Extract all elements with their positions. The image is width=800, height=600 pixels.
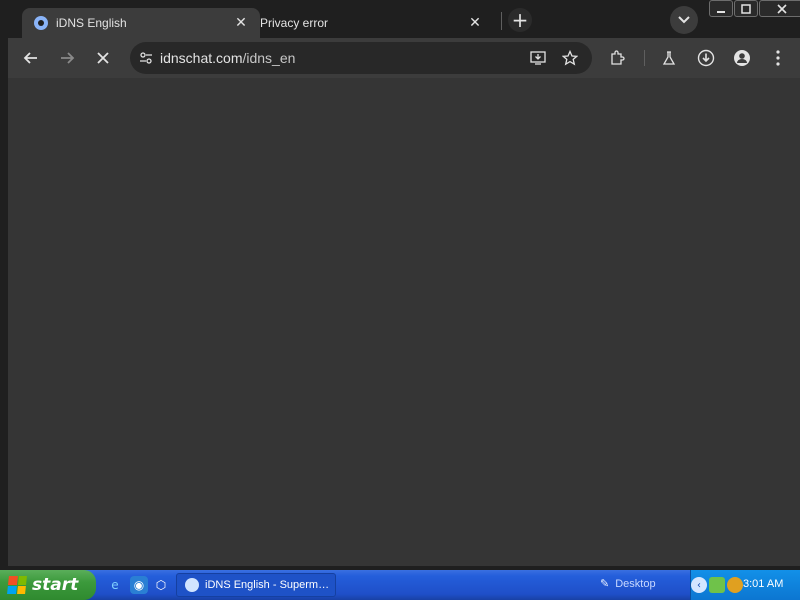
start-label: start — [32, 575, 79, 595]
bookmark-star-icon[interactable] — [560, 48, 580, 68]
security-icon[interactable] — [727, 577, 743, 593]
chevron-down-icon — [678, 16, 690, 24]
site-info-icon[interactable] — [138, 50, 154, 66]
arrow-right-icon — [61, 52, 75, 64]
system-tray: ‹ 3:01 AM — [690, 570, 800, 600]
taskbar-window-button[interactable]: iDNS English - Superm… — [176, 573, 336, 597]
tab-separator — [501, 12, 502, 30]
tab-strip: iDNS English ✕ Privacy error ✕ + — [4, 0, 800, 38]
minimize-button[interactable] — [709, 0, 733, 17]
maximize-icon — [741, 3, 751, 14]
tab-idns-english[interactable]: iDNS English ✕ — [22, 8, 260, 38]
tab-title: iDNS English — [56, 16, 127, 30]
close-tab-icon[interactable]: ✕ — [232, 14, 250, 32]
toolbar-separator — [644, 50, 645, 66]
address-bar[interactable]: idnschat.com/idns_en — [130, 42, 592, 74]
forward-button[interactable] — [54, 46, 80, 70]
puzzle-icon — [611, 50, 625, 65]
arrow-left-icon — [23, 52, 37, 64]
maximize-button[interactable] — [734, 0, 758, 17]
labs-button[interactable] — [656, 46, 682, 70]
profile-button[interactable] — [729, 46, 755, 70]
url-host: idnschat.com — [160, 50, 243, 66]
chrome-icon — [185, 578, 199, 592]
kebab-menu-icon — [776, 50, 780, 66]
new-tab-button[interactable]: + — [508, 8, 532, 32]
desktop-label: Desktop — [615, 577, 656, 590]
close-icon — [97, 52, 109, 64]
chevron-left-icon[interactable]: ‹ — [691, 577, 707, 593]
close-icon — [776, 3, 787, 14]
window-close-button[interactable] — [759, 0, 800, 17]
avatar-icon — [734, 50, 750, 66]
tab-privacy-error[interactable]: Privacy error ✕ — [260, 8, 494, 38]
url-text[interactable]: idnschat.com/idns_en — [160, 50, 295, 66]
minimize-icon — [717, 10, 725, 13]
clock: 3:01 AM — [743, 578, 784, 590]
globe-favicon-icon — [34, 16, 48, 30]
start-button[interactable]: start — [0, 570, 96, 600]
stop-loading-button[interactable] — [90, 46, 116, 70]
media-player-icon[interactable]: ◉ — [130, 576, 148, 594]
menu-button[interactable] — [765, 46, 791, 70]
task-title: iDNS English - Superm… — [205, 579, 330, 591]
browser-toolbar: idnschat.com/idns_en — [8, 38, 800, 78]
install-app-icon[interactable] — [528, 48, 548, 68]
flask-icon — [662, 51, 676, 65]
window-caption-buttons — [708, 0, 800, 18]
windows-flag-icon — [7, 576, 27, 594]
taskbar: start e ◉ ⬡ iDNS English - Superm… ✎ Des… — [0, 570, 800, 600]
cube-icon[interactable]: ⬡ — [152, 576, 170, 594]
download-icon — [697, 49, 715, 67]
page-content — [8, 78, 800, 566]
internet-explorer-icon[interactable]: e — [106, 576, 124, 594]
back-button[interactable] — [18, 46, 44, 70]
desktop-toolbar[interactable]: ✎ Desktop — [600, 577, 656, 591]
browser-window: iDNS English ✕ Privacy error ✕ + idnscha… — [0, 0, 800, 570]
url-path: /idns_en — [242, 50, 296, 66]
tab-title: Privacy error — [260, 16, 329, 30]
desktop-icon: ✎ — [600, 578, 610, 590]
network-icon[interactable] — [709, 577, 725, 593]
extensions-button[interactable] — [604, 46, 630, 70]
close-tab-icon[interactable]: ✕ — [466, 14, 484, 32]
downloads-button[interactable] — [693, 46, 719, 70]
tab-search-button[interactable] — [670, 6, 698, 34]
